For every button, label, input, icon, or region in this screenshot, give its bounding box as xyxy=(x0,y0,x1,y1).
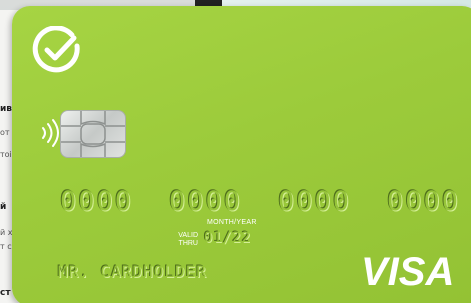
cardholder-name: MR. CARDHOLDER xyxy=(58,262,207,281)
visa-logo: VISA xyxy=(361,250,455,294)
card-number-group: 0000 xyxy=(60,186,134,217)
sber-check-logo-icon xyxy=(32,26,80,73)
bank-card: 0000 0000 0000 0000 MONTH/YEAR VALID THR… xyxy=(12,6,471,303)
chip-contacts-icon xyxy=(61,111,125,157)
valid-label: VALID xyxy=(178,232,198,239)
card-number-group: 0000 xyxy=(168,186,243,217)
thru-label: THRU xyxy=(178,240,198,247)
valid-thru-label: VALID THRU xyxy=(172,232,198,248)
expiry-date: 01/22 xyxy=(204,230,252,246)
emv-chip xyxy=(60,110,126,158)
scene: ив от тоі й й х т с. ст 0000 0000 0000 0… xyxy=(0,0,471,303)
card-number-group: 0000 xyxy=(386,186,460,217)
card-number-group: 0000 xyxy=(277,186,351,217)
month-year-label: MONTH/YEAR xyxy=(207,219,257,226)
card-number: 0000 0000 0000 0000 xyxy=(60,186,460,217)
